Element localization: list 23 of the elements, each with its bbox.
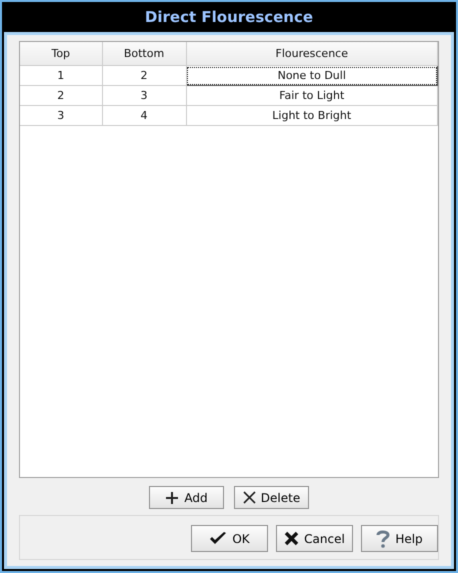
table-cell[interactable]: 2 [20,86,102,106]
help-button[interactable]: Help [361,525,438,552]
close-icon [284,531,300,546]
table-cell[interactable]: 1 [20,66,102,86]
table-cell[interactable]: 4 [102,106,186,126]
table-cell[interactable]: 2 [102,66,186,86]
column-header[interactable]: Bottom [102,42,186,66]
question-mark-icon [376,530,390,548]
cancel-button[interactable]: Cancel [276,525,353,552]
check-icon [209,531,228,546]
table-cell[interactable]: None to Dull [186,66,438,86]
window-title: Direct Flourescence [144,8,314,26]
table-cell[interactable]: Light to Bright [186,106,438,126]
ok-button[interactable]: OK [191,525,268,552]
close-icon [242,491,256,504]
table-cell[interactable]: 3 [102,86,186,106]
column-header[interactable]: Flourescence [186,42,438,66]
plus-icon [165,490,180,504]
column-header[interactable]: Top [20,42,102,66]
table-cell[interactable]: 3 [20,106,102,126]
add-button[interactable]: Add [149,486,224,509]
delete-button[interactable]: Delete [234,486,309,509]
table-cell[interactable]: Fair to Light [186,86,438,106]
